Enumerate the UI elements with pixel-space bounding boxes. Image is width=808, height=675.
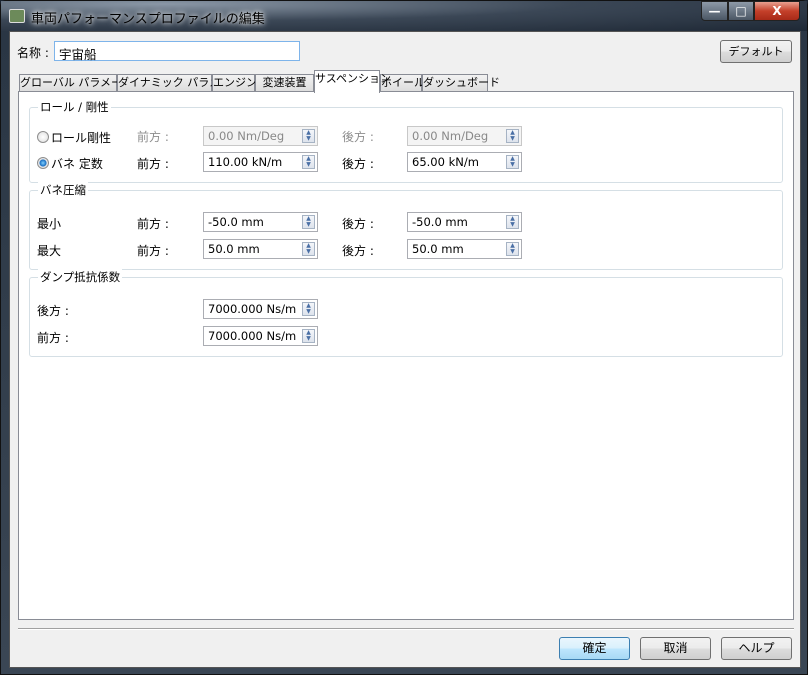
tab-global-parameters[interactable]: グローバル パラメータ: [19, 74, 133, 92]
value: 50.0 mm: [208, 242, 260, 256]
min-front-input[interactable]: -50.0 mm ▲ ▼: [203, 212, 318, 232]
spinner[interactable]: ▲ ▼: [506, 242, 519, 256]
value: 0.00 Nm/Deg: [208, 129, 285, 143]
spring-rate-label: バネ 定数: [51, 157, 103, 171]
footer-divider: [18, 628, 794, 630]
name-input[interactable]: 宇宙船: [54, 41, 300, 62]
value: -50.0 mm: [412, 215, 468, 229]
tab-engine[interactable]: エンジン: [212, 74, 257, 92]
group-title: バネ圧縮: [38, 182, 88, 198]
spring-rear-input[interactable]: 65.00 kN/m ▲ ▼: [407, 152, 522, 172]
value: 110.00 kN/m: [208, 155, 283, 169]
maximize-button[interactable]: □: [728, 1, 754, 21]
value: -50.0 mm: [208, 215, 264, 229]
front-label: 前方 :: [137, 130, 169, 144]
close-button[interactable]: X: [754, 1, 800, 21]
spring-rate-radio[interactable]: [37, 157, 49, 169]
default-button[interactable]: デフォルト: [720, 40, 792, 63]
max-front-input[interactable]: 50.0 mm ▲ ▼: [203, 239, 318, 259]
damping-front-input[interactable]: 7000.000 Ns/m ▲ ▼: [203, 326, 318, 346]
damping-rear-label: 後方 :: [37, 304, 69, 318]
front-label: 前方 :: [137, 244, 169, 258]
app-icon: [9, 9, 25, 23]
spinner[interactable]: ▲ ▼: [302, 329, 315, 343]
value: 7000.000 Ns/m: [208, 302, 297, 316]
cancel-button[interactable]: 取消: [640, 637, 711, 660]
front-label: 前方 :: [137, 217, 169, 231]
value: 50.0 mm: [412, 242, 464, 256]
spinner[interactable]: ▲ ▼: [506, 155, 519, 169]
roll-rear-input[interactable]: 0.00 Nm/Deg ▲ ▼: [407, 126, 522, 146]
spinner[interactable]: ▲ ▼: [302, 155, 315, 169]
rear-label: 後方 :: [342, 217, 374, 231]
spinner[interactable]: ▲ ▼: [506, 215, 519, 229]
min-rear-input[interactable]: -50.0 mm ▲ ▼: [407, 212, 522, 232]
damping-front-label: 前方 :: [37, 331, 69, 345]
spinner[interactable]: ▲ ▼: [302, 302, 315, 316]
rear-label: 後方 :: [342, 244, 374, 258]
minimize-button[interactable]: —: [701, 1, 728, 21]
min-label: 最小: [37, 217, 62, 231]
roll-stiffness-group: ロール / 剛性 ロール剛性 前方 : 0.00 Nm/Deg ▲ ▼ 後方 : 0…: [29, 99, 783, 183]
dialog-body: 名称 : 宇宙船 デフォルト グローバル パラメータ ダイナミック パラメータ …: [9, 31, 801, 668]
ok-button[interactable]: 確定: [559, 637, 630, 660]
tab-suspension[interactable]: サスペンション: [314, 70, 391, 93]
roll-stiffness-label: ロール剛性: [51, 131, 112, 145]
spinner[interactable]: ▲ ▼: [506, 129, 519, 143]
spring-compression-group: バネ圧縮 最小 前方 : -50.0 mm ▲ ▼ 後方 : -50.0 mm ▲ ▼ …: [29, 182, 783, 270]
rear-label: 後方 :: [342, 157, 374, 171]
spinner[interactable]: ▲ ▼: [302, 215, 315, 229]
suspension-panel: ロール / 剛性 ロール剛性 前方 : 0.00 Nm/Deg ▲ ▼ 後方 : 0…: [18, 91, 794, 620]
max-rear-input[interactable]: 50.0 mm ▲ ▼: [407, 239, 522, 259]
damping-group: ダンプ抵抗係数 後方 : 7000.000 Ns/m ▲ ▼ 前方 : 7000.0…: [29, 269, 783, 357]
value: 65.00 kN/m: [412, 155, 479, 169]
value: 0.00 Nm/Deg: [412, 129, 489, 143]
rear-label: 後方 :: [342, 130, 374, 144]
name-label: 名称 :: [17, 46, 49, 60]
title-bar[interactable]: 車両パフォーマンスプロファイルの編集 — □ X: [1, 1, 807, 31]
roll-stiffness-radio[interactable]: [37, 131, 49, 143]
group-title: ロール / 剛性: [38, 99, 111, 115]
dialog-window: 車両パフォーマンスプロファイルの編集 — □ X 名称 : 宇宙船 デフォルト …: [0, 0, 808, 675]
front-label: 前方 :: [137, 157, 169, 171]
group-title: ダンプ抵抗係数: [38, 269, 123, 285]
spinner[interactable]: ▲ ▼: [302, 129, 315, 143]
help-button[interactable]: ヘルプ: [721, 637, 792, 660]
value: 7000.000 Ns/m: [208, 329, 297, 343]
tab-dynamic-parameters[interactable]: ダイナミック パラメータ: [117, 74, 242, 92]
spinner[interactable]: ▲ ▼: [302, 242, 315, 256]
roll-front-input[interactable]: 0.00 Nm/Deg ▲ ▼: [203, 126, 318, 146]
damping-rear-input[interactable]: 7000.000 Ns/m ▲ ▼: [203, 299, 318, 319]
tab-dashboard[interactable]: ダッシュボード: [422, 74, 500, 92]
spring-front-input[interactable]: 110.00 kN/m ▲ ▼: [203, 152, 318, 172]
window-title: 車両パフォーマンスプロファイルの編集: [31, 12, 265, 27]
max-label: 最大: [37, 244, 62, 258]
tab-transmission[interactable]: 変速装置: [255, 74, 314, 92]
